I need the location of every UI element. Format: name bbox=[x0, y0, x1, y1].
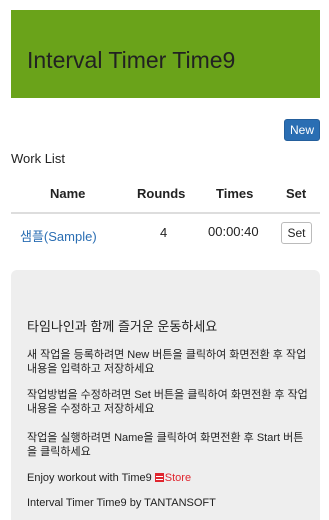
work-times: 00:00:40 bbox=[208, 224, 259, 239]
column-header-times: Times bbox=[216, 186, 254, 201]
set-button[interactable]: Set bbox=[281, 222, 312, 244]
info-lead: 타임나인과 함께 즐거운 운동하세요 bbox=[27, 319, 218, 334]
table-row: 샘플(Sample) 4 00:00:40 Set bbox=[0, 220, 329, 250]
store-label: Store bbox=[164, 472, 192, 484]
column-header-rounds: Rounds bbox=[137, 186, 186, 201]
column-header-set: Set bbox=[286, 186, 307, 201]
info-panel: 타임나인과 함께 즐거운 운동하세요 새 작업을 등록하려면 New 버튼을 클… bbox=[11, 270, 320, 520]
new-button[interactable]: New bbox=[284, 119, 320, 141]
table-divider bbox=[11, 212, 320, 214]
enjoy-text: Enjoy workout with Time9 bbox=[27, 472, 152, 484]
info-new-help: 새 작업을 등록하려면 New 버튼을 클릭하여 화면전환 후 작업내용을 입력… bbox=[27, 349, 307, 375]
work-rounds: 4 bbox=[160, 225, 168, 240]
column-header-name: Name bbox=[50, 186, 86, 201]
store-link[interactable]: Store bbox=[154, 472, 192, 484]
app-header: Interval Timer Time9 bbox=[11, 10, 320, 98]
info-set-help: 작업방법을 수정하려면 Set 버튼을 클릭하여 화면전환 후 작업내용을 수정… bbox=[27, 389, 308, 415]
store-icon bbox=[154, 473, 164, 482]
work-list-title: Work List bbox=[11, 151, 65, 166]
app-title: Interval Timer Time9 bbox=[27, 47, 236, 73]
work-name-link[interactable]: 샘플(Sample) bbox=[20, 226, 97, 245]
info-enjoy: Enjoy workout with Time9 Store bbox=[27, 471, 311, 485]
info-footer: Interval Timer Time9 by TANTANSOFT bbox=[27, 497, 216, 509]
info-start-help: 작업을 실행하려면 Name을 클릭하여 화면전환 후 Start 버튼을 클릭… bbox=[27, 432, 304, 458]
